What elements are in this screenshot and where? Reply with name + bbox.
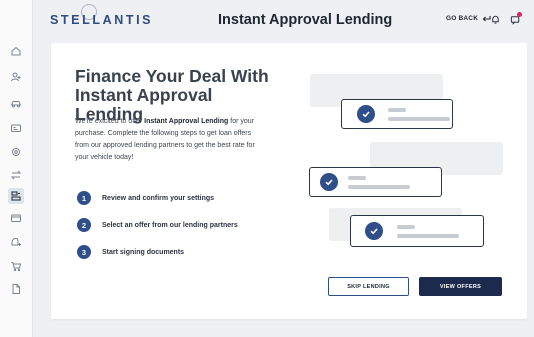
placeholder-line [388, 117, 450, 121]
intro-bold: Instant Approval Lending [144, 118, 229, 125]
check-circle-icon [320, 173, 338, 191]
brand-logo[interactable]: STELLANTIS [50, 13, 153, 27]
offer-card-illustration [350, 215, 484, 247]
wallet-icon[interactable] [9, 211, 23, 225]
notification-bell-icon[interactable] [488, 12, 502, 26]
sidebar [0, 0, 33, 337]
go-back-label: GO BACK [446, 15, 479, 22]
lending-card: Finance Your Deal With Instant Approval … [51, 43, 527, 319]
step-1: 1 Review and confirm your settings [77, 191, 214, 205]
notification-dot [517, 12, 522, 17]
transfer-icon[interactable] [9, 168, 23, 182]
view-offers-button[interactable]: VIEW OFFERS [419, 277, 502, 296]
document-icon[interactable] [9, 282, 23, 296]
placeholder-line [348, 185, 410, 189]
offer-card-illustration [341, 99, 453, 129]
intro-prefix: We're exicited to offer [75, 118, 145, 125]
top-header: STELLANTIS Instant Approval Lending GO B… [34, 0, 534, 42]
vehicle-plus-icon[interactable] [9, 235, 23, 249]
page-title: Instant Approval Lending [218, 12, 393, 28]
go-back-button[interactable]: GO BACK [446, 15, 491, 22]
step-text: Start signing documents [102, 248, 185, 256]
step-number: 1 [77, 191, 91, 205]
id-card-icon[interactable] [9, 121, 23, 135]
step-2: 2 Select an offer from our lending partn… [77, 218, 238, 232]
lending-icon[interactable] [8, 188, 24, 204]
placeholder-line [397, 234, 459, 238]
placeholder-line [397, 225, 415, 229]
intro-paragraph: We're exicited to offer Instant Approval… [75, 116, 265, 164]
home-icon[interactable] [9, 44, 23, 58]
check-circle-icon [357, 105, 375, 123]
cart-icon[interactable] [9, 259, 23, 273]
step-3: 3 Start signing documents [77, 245, 184, 259]
placeholder-line [348, 176, 366, 180]
settings-icon[interactable] [9, 145, 23, 159]
step-text: Select an offer from our lending partner… [102, 221, 238, 229]
car-icon[interactable] [9, 96, 23, 110]
messages-icon[interactable] [508, 12, 522, 26]
step-number: 3 [77, 245, 91, 259]
placeholder-line [388, 108, 406, 112]
step-number: 2 [77, 218, 91, 232]
users-icon[interactable] [9, 70, 23, 84]
step-text: Review and confirm your settings [102, 194, 215, 202]
skip-lending-button[interactable]: SKIP LENDING [328, 277, 409, 296]
offer-card-illustration [309, 167, 442, 197]
check-circle-icon [365, 222, 383, 240]
